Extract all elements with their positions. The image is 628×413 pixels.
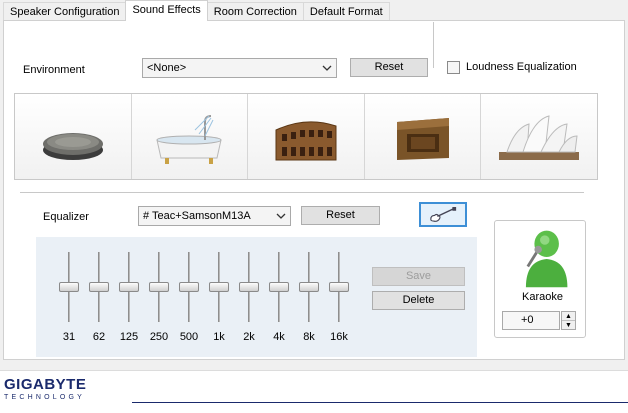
eq-slider-4k[interactable] [268, 252, 290, 322]
save-button[interactable]: Save [372, 267, 465, 286]
eq-slider-thumb[interactable] [239, 282, 259, 292]
tab-speaker-configuration[interactable]: Speaker Configuration [3, 2, 127, 21]
eq-frequency-label: 31 [62, 331, 76, 343]
karaoke-label: Karaoke [522, 291, 563, 303]
eq-slider-thumb[interactable] [119, 282, 139, 292]
brand-name: GIGABYTE [4, 376, 87, 393]
eq-frequency-label: 125 [119, 331, 139, 343]
environment-label: Environment [23, 64, 85, 76]
divider [433, 22, 434, 68]
chevron-down-icon [322, 65, 332, 71]
eq-slider-thumb[interactable] [149, 282, 169, 292]
eq-slider-16k[interactable] [328, 252, 350, 322]
brand-subtitle: TECHNOLOGY [4, 394, 86, 401]
stone-icon [42, 132, 103, 160]
eq-frequency-label: 8k [303, 331, 315, 343]
karaoke-icon[interactable] [511, 225, 571, 291]
eq-frequency-label: 62 [92, 331, 106, 343]
colosseum-icon [275, 120, 337, 160]
environment-opera[interactable] [481, 94, 597, 179]
eq-frequency-label: 2k [243, 331, 255, 343]
eq-frequency-label: 1k [213, 331, 225, 343]
eq-slider-31[interactable] [58, 252, 80, 322]
equalizer-label: Equalizer [43, 211, 89, 223]
environment-selected-value: <None> [147, 62, 187, 74]
delete-button[interactable]: Delete [372, 291, 465, 310]
bathtub-icon [156, 114, 223, 164]
eq-slider-thumb[interactable] [179, 282, 199, 292]
equalizer-select[interactable]: # Teac+SamsonM13A [138, 206, 291, 226]
guitar-mode-button[interactable] [419, 202, 467, 227]
eq-frequency-label: 250 [149, 331, 169, 343]
eq-slider-62[interactable] [88, 252, 110, 322]
environment-select[interactable]: <None> [142, 58, 337, 78]
eq-slider-250[interactable] [148, 252, 170, 322]
eq-frequency-label: 4k [273, 331, 285, 343]
eq-slider-thumb[interactable] [209, 282, 229, 292]
eq-slider-thumb[interactable] [329, 282, 349, 292]
eq-slider-thumb[interactable] [269, 282, 289, 292]
opera-house-icon [499, 114, 580, 160]
footer [0, 370, 628, 413]
eq-slider-500[interactable] [178, 252, 200, 322]
tab-bar: Speaker Configuration Sound Effects Room… [3, 0, 390, 21]
chevron-down-icon [276, 213, 286, 219]
loudness-equalization-label: Loudness Equalization [466, 61, 577, 73]
footer-line [132, 402, 628, 403]
equalizer-selected-value: # Teac+SamsonM13A [143, 210, 251, 222]
environment-room[interactable] [364, 94, 482, 179]
eq-frequency-label: 16k [330, 331, 348, 343]
sound-effects-window: Speaker Configuration Sound Effects Room… [0, 0, 628, 413]
tab-default-format[interactable]: Default Format [302, 2, 390, 21]
environment-strip [14, 93, 598, 180]
eq-slider-8k[interactable] [298, 252, 320, 322]
spin-down-icon[interactable]: ▼ [562, 321, 575, 330]
eq-slider-125[interactable] [118, 252, 140, 322]
equalizer-reset-button[interactable]: Reset [301, 206, 380, 225]
eq-frequency-label: 500 [179, 331, 199, 343]
eq-slider-thumb[interactable] [59, 282, 79, 292]
tab-sound-effects[interactable]: Sound Effects [125, 0, 208, 21]
eq-slider-2k[interactable] [238, 252, 260, 322]
karaoke-spinner[interactable]: ▲ ▼ [561, 311, 576, 330]
loudness-equalization-checkbox[interactable] [447, 61, 460, 74]
box-icon [396, 117, 449, 160]
tab-room-correction[interactable]: Room Correction [206, 2, 304, 21]
eq-slider-1k[interactable] [208, 252, 230, 322]
environment-stone[interactable] [15, 94, 132, 179]
spin-up-icon[interactable]: ▲ [562, 312, 575, 321]
eq-slider-thumb[interactable] [299, 282, 319, 292]
eq-slider-thumb[interactable] [89, 282, 109, 292]
guitar-icon [430, 207, 457, 222]
environment-bathroom[interactable] [131, 94, 249, 179]
environment-reset-button[interactable]: Reset [350, 58, 428, 77]
section-divider [20, 192, 584, 193]
brand-logo: GIGABYTE TECHNOLOGY [4, 376, 86, 401]
karaoke-value-input[interactable]: +0 [502, 311, 560, 330]
environment-colosseum[interactable] [248, 94, 365, 179]
